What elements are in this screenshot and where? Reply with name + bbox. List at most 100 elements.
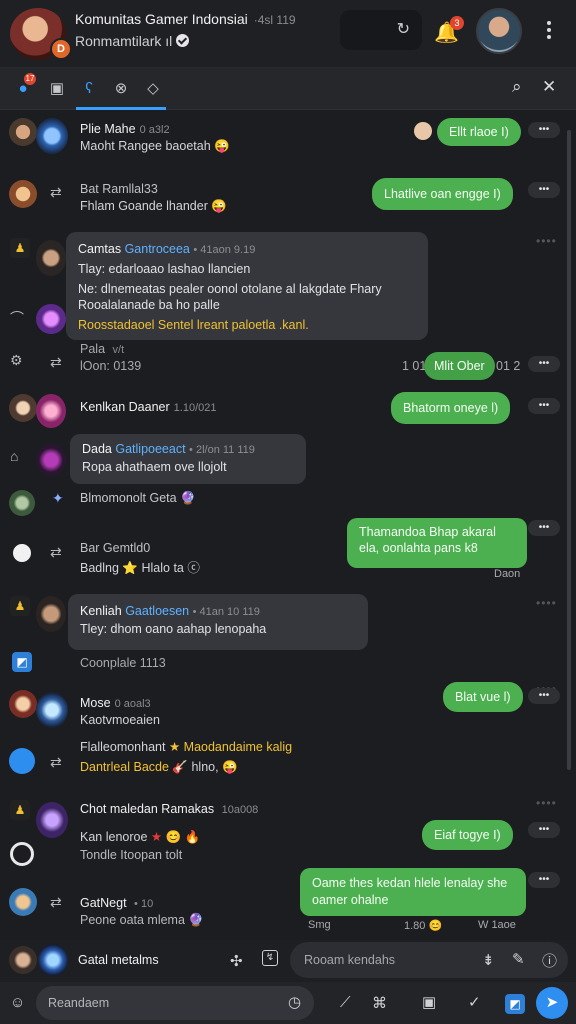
more-options-icon[interactable]: ••• [528,398,560,414]
shuffle-icon[interactable]: ⇄ [50,544,62,561]
reply-bubble[interactable]: Lhatlive oan engge I) [372,178,513,210]
message-text: Badlng ⭐ Hlalo ta ⓒ [80,561,200,575]
reply-bubble[interactable]: Blat vue l) [443,682,523,712]
reply-bubble[interactable]: Mlit Ober [424,352,495,380]
user-avatar[interactable] [476,8,522,54]
close-icon[interactable]: ✕ [542,77,556,97]
avatar[interactable] [36,444,66,476]
shuffle-icon[interactable]: ⇄ [50,184,62,201]
more-options-icon[interactable]: ••• [528,872,560,888]
send-button[interactable]: ➤ [536,987,568,1019]
avatar[interactable] [9,394,37,422]
emoji-icon[interactable]: ☺ [10,994,25,1011]
more-options-icon[interactable]: ••• [528,182,560,198]
group-title[interactable]: Komunitas Gamer Indonsiai ·4sl 119 [75,11,296,27]
reply-bubble[interactable]: Thamandoa Bhap akaral ela, oonlahta pans… [347,518,527,568]
more-options-icon[interactable]: ••• [528,356,560,372]
refresh-icon[interactable]: ↻ [397,19,410,39]
avatar[interactable] [38,944,68,976]
card-line: Tley: dhom oano aahap lenopaha [80,622,267,636]
home-icon: ⌂ [10,448,19,464]
chats-tab-icon[interactable]: ● 17 [10,73,36,103]
avatar[interactable] [36,596,66,632]
sender-name: Chot maledan Ramakas 10a008 [80,802,259,816]
message-text: Peone oata mlema 🔮 [80,913,204,927]
divider-dots: •••• [536,234,557,248]
card-header: Dada Gatlipoeeact • 2l/on 11 119 [82,442,255,456]
notification-count: 3 [450,16,464,30]
avatar[interactable] [9,690,37,718]
tab-bar: ● 17 ▣ ʕ ⊗ ◇ ⌕ ✕ [0,68,576,110]
chats-badge: 17 [24,73,36,85]
message-text: Fhlam Goande lhander 😜 [80,199,227,213]
reply-meta: 1.80 😊 [404,920,443,932]
more-options-icon[interactable]: ••• [528,688,560,704]
info-icon[interactable]: ⓘ [542,950,557,971]
app-shortcut-icon[interactable]: ◩ [505,994,525,1014]
shuffle-icon[interactable]: ⇄ [50,354,62,371]
check-circle-icon[interactable]: ✓ [468,993,481,1011]
more-options-icon[interactable]: ••• [528,822,560,838]
reply-input[interactable]: Rooam kendahs ⇟ ✎ ⓘ [290,942,568,978]
reply-bubble[interactable]: Oame thes kedan hlele lenalay she oamer … [300,868,526,916]
notes-tab-icon[interactable]: ▣ [44,77,70,103]
avatar[interactable] [9,118,37,146]
group-avatar[interactable]: D [10,8,72,60]
app-header: D Komunitas Gamer Indonsiai ·4sl 119 Ronm… [0,0,576,68]
more-options-icon[interactable]: ••• [528,520,560,536]
sticker-icon[interactable]: ▣ [422,993,436,1011]
sender-name: Bar Gemtld0 [80,541,151,555]
card-line: Rooalalanade ba ho palle [78,298,220,312]
group-subtitle-text: Ronmamtilark ıl [75,33,173,49]
tags-tab-icon[interactable]: ◇ [140,77,166,103]
avatar[interactable] [9,540,35,566]
reply-meta: Daon [494,568,521,580]
reply-placeholder: Rooam kendahs [304,953,396,967]
reply-bubble[interactable]: Ellt rlaoe I) [437,118,521,146]
more-options-icon[interactable]: ••• [528,122,560,138]
card-line: Tlay: edarloaao lashao llancien [78,262,251,276]
message-card[interactable]: Camtas Gantroceea • 41aon 9.19 Tlay: eda… [66,232,428,340]
avatar[interactable] [36,240,66,276]
attach-icon[interactable]: ↯ [262,950,278,966]
shuffle-icon[interactable]: ⇄ [50,894,62,911]
search-icon[interactable]: ⌕ [512,77,522,97]
message-text: Maoht Rangee baoetah 😜 [80,139,230,153]
message-input[interactable]: Reandaem ◷ [36,986,314,1020]
sparkle-icon[interactable]: ✣ [230,952,243,970]
groups-tab-icon[interactable]: ⊗ [108,77,134,103]
avatar[interactable] [36,304,66,334]
mentions-tab-icon[interactable]: ʕ [76,77,102,103]
message-text: Flalleomonhant ★ Maodandaime kalig [80,740,293,754]
avatar[interactable] [36,692,68,728]
reply-bubble[interactable]: Eiaf togye I) [422,820,513,850]
message-card[interactable]: Dada Gatlipoeeact • 2l/on 11 119 Ropa ah… [70,434,306,484]
sender-name: Mose 0 aoal3 [80,696,151,710]
avatar[interactable] [9,490,35,516]
card-header: Camtas Gantroceea • 41aon 9.19 [78,242,256,256]
gamepad-icon[interactable]: ⌘ [372,994,387,1012]
kebab-menu-icon[interactable] [542,18,556,44]
avatar[interactable] [36,118,68,154]
header-action-pill[interactable]: ↻ [340,10,422,50]
pin-icon[interactable]: ⇟ [482,951,495,969]
avatar[interactable] [9,946,37,974]
pen-icon[interactable]: ✎ [512,950,525,968]
message-text: lOon: 0139 [80,359,142,373]
avatar[interactable] [9,888,37,916]
game-icon: ♟ [10,800,30,820]
message-card[interactable]: Kenliah Gaatloesen • 41an 10 119 Tley: d… [68,594,368,650]
star-icon: ✦ [52,490,64,506]
sender-name: Pala v/t [80,342,125,356]
bell-icon[interactable]: 🔔 3 [434,16,464,46]
card-highlight: Roosstadaoel Sentel lreant paloetla .kan… [78,318,309,332]
scrollbar[interactable] [567,130,571,770]
shuffle-icon[interactable]: ⇄ [50,754,62,771]
sender-name: Bat Ramllal33 [80,182,158,196]
avatar[interactable] [36,394,66,428]
avatar[interactable] [9,180,37,208]
chart-icon[interactable]: ⟋ [340,994,351,1011]
avatar[interactable] [36,802,68,838]
timer-icon[interactable]: ◷ [288,993,301,1011]
reply-bubble[interactable]: Bhatorm oneye l) [391,392,511,424]
